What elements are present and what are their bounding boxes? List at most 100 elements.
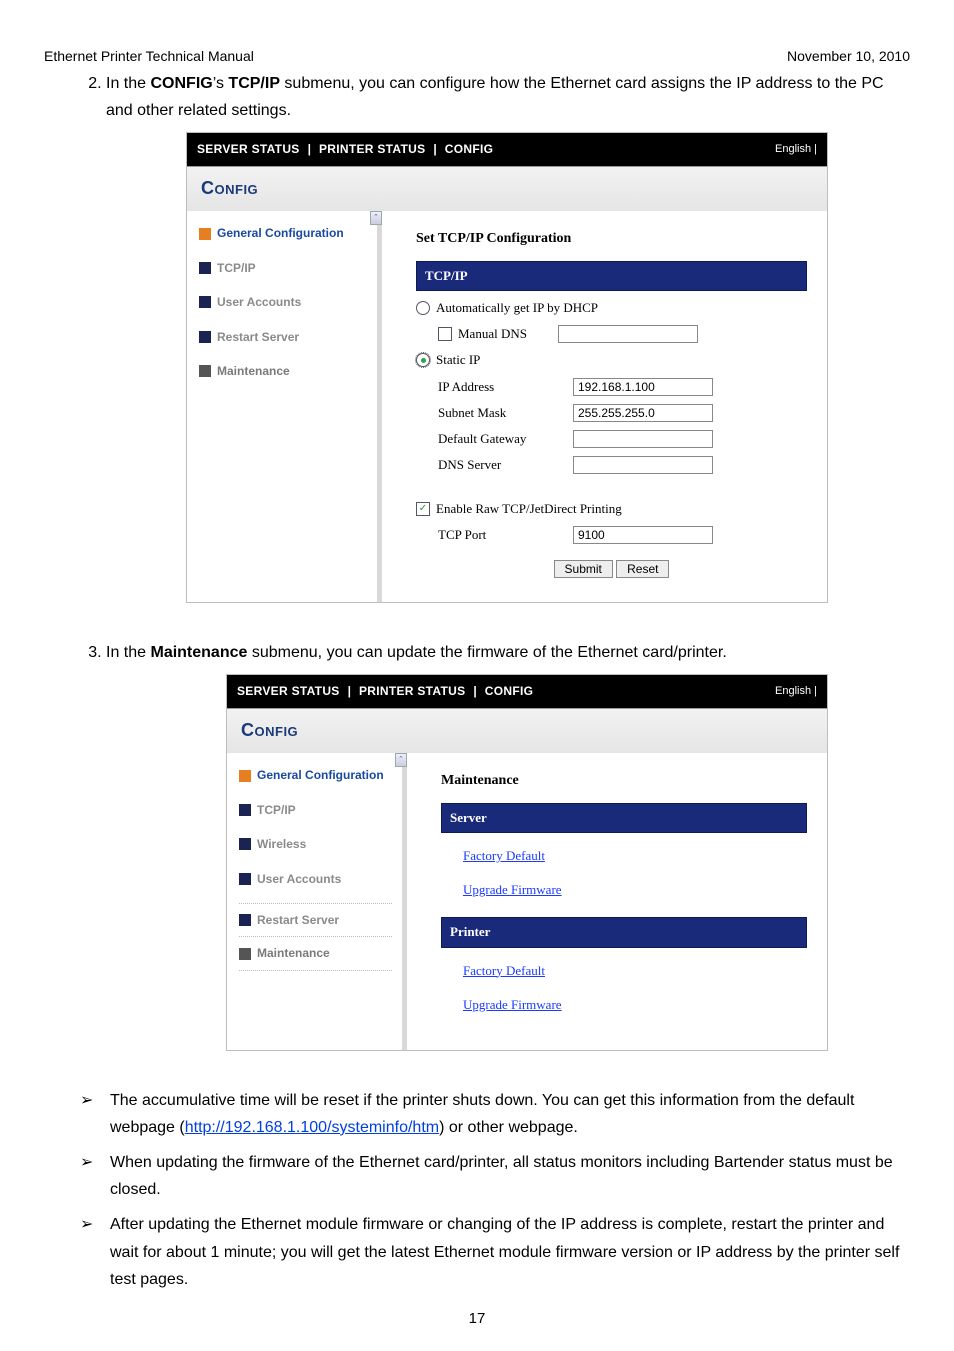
step2-text2: ’s	[213, 75, 229, 92]
note-2: When updating the firmware of the Ethern…	[80, 1149, 910, 1203]
nav-sep: |	[433, 139, 436, 159]
page-number: 17	[0, 1310, 954, 1327]
step2-bold2: TCP/IP	[228, 75, 280, 92]
sidebar-item-general[interactable]: General Configuration	[199, 223, 367, 243]
sidebar-item-user-accounts[interactable]: User Accounts	[199, 292, 367, 312]
nav-config[interactable]: CONFIG	[445, 139, 493, 159]
row-dns: DNS Server	[438, 454, 807, 476]
sidebar-item-restart[interactable]: Restart Server	[199, 327, 367, 347]
row-gateway: Default Gateway	[438, 428, 807, 450]
bullet-icon	[199, 296, 211, 308]
nav-server-status[interactable]: SERVER STATUS	[237, 681, 340, 701]
input-port[interactable]	[573, 526, 713, 544]
printer-banner: Printer	[441, 917, 807, 947]
figure-tcpip: SERVER STATUS | PRINTER STATUS | CONFIG …	[186, 132, 828, 603]
sidebar-item-tcpip[interactable]: TCP/IP	[199, 258, 367, 278]
step3-text: In the	[106, 644, 150, 661]
sidebar-item-label: Restart Server	[257, 910, 339, 930]
figure-maintenance: SERVER STATUS | PRINTER STATUS | CONFIG …	[226, 674, 828, 1050]
section-title: Set TCP/IP Configuration	[416, 227, 807, 251]
row-rawtcp: Enable Raw TCP/JetDirect Printing	[416, 498, 807, 520]
radio-dot-icon	[421, 358, 426, 363]
sidebar-item-label: TCP/IP	[257, 800, 296, 820]
config-heading: Config	[227, 708, 827, 754]
row-dhcp: Automatically get IP by DHCP	[416, 297, 807, 319]
sidebar-item-maintenance[interactable]: Maintenance	[239, 943, 392, 963]
bullet-icon	[239, 914, 251, 926]
step-2: In the CONFIG’s TCP/IP submenu, you can …	[106, 70, 910, 603]
server-banner: Server	[441, 803, 807, 833]
notes-list: The accumulative time will be reset if t…	[44, 1087, 910, 1293]
content-pane: Set TCP/IP Configuration TCP/IP Automati…	[382, 211, 827, 602]
reset-button[interactable]: Reset	[616, 560, 669, 578]
link-server-upgrade-firmware[interactable]: Upgrade Firmware	[463, 882, 562, 897]
link-printer-factory-default[interactable]: Factory Default	[463, 963, 545, 978]
sidebar-item-tcpip[interactable]: TCP/IP	[239, 800, 392, 820]
nav-sep: |	[348, 681, 351, 701]
label-dhcp: Automatically get IP by DHCP	[436, 297, 598, 319]
input-manual-dns[interactable]	[558, 325, 698, 343]
sidebar-item-general[interactable]: General Configuration	[239, 765, 392, 785]
bullet-icon	[199, 331, 211, 343]
bullet-icon	[239, 770, 251, 782]
lang-label: English	[775, 685, 811, 697]
lang-selector[interactable]: English |	[775, 682, 817, 701]
row-manual-dns: Manual DNS	[438, 323, 807, 345]
sidebar-item-maintenance[interactable]: Maintenance	[199, 361, 367, 381]
input-ip[interactable]	[573, 378, 713, 396]
sidebar-item-user-accounts[interactable]: User Accounts	[239, 869, 392, 889]
checkbox-rawtcp[interactable]	[416, 502, 430, 516]
label-manual-dns: Manual DNS	[458, 323, 558, 345]
step-3: In the Maintenance submenu, you can upda…	[106, 639, 910, 1051]
lang-label: English	[775, 143, 811, 155]
bullet-icon	[239, 948, 251, 960]
note-1: The accumulative time will be reset if t…	[80, 1087, 910, 1141]
input-subnet[interactable]	[573, 404, 713, 422]
label-gateway: Default Gateway	[438, 428, 573, 450]
submit-button[interactable]: Submit	[554, 560, 613, 578]
sidebar-item-label: User Accounts	[217, 292, 301, 312]
sidebar-item-label: Maintenance	[257, 943, 330, 963]
scroll-up-icon[interactable]: ˆ	[370, 211, 382, 225]
bullet-icon	[199, 228, 211, 240]
nav-printer-status[interactable]: PRINTER STATUS	[359, 681, 465, 701]
input-dns[interactable]	[573, 456, 713, 474]
label-rawtcp: Enable Raw TCP/JetDirect Printing	[436, 498, 622, 520]
sidebar-item-restart[interactable]: Restart Server	[239, 910, 392, 930]
sidebar-item-label: TCP/IP	[217, 258, 256, 278]
input-gateway[interactable]	[573, 430, 713, 448]
note-3: After updating the Ethernet module firmw…	[80, 1211, 910, 1293]
link-server-factory-default[interactable]: Factory Default	[463, 848, 545, 863]
bullet-icon	[199, 365, 211, 377]
header-right: November 10, 2010	[787, 48, 910, 64]
nav-config[interactable]: CONFIG	[485, 681, 533, 701]
sidebar-item-wireless[interactable]: Wireless	[239, 834, 392, 854]
sidebar-item-label: Wireless	[257, 834, 306, 854]
label-static: Static IP	[436, 349, 480, 371]
nav-printer-status[interactable]: PRINTER STATUS	[319, 139, 425, 159]
label-ip: IP Address	[438, 376, 573, 398]
sidebar-item-label: General Configuration	[257, 765, 384, 785]
sidebar: ˆ General Configuration TCP/IP Wireless …	[227, 753, 407, 1049]
step2-text: In the	[106, 75, 150, 92]
bullet-icon	[199, 262, 211, 274]
nav-server-status[interactable]: SERVER STATUS	[197, 139, 300, 159]
systeminfo-url[interactable]: http://192.168.1.100/systeminfo/htm	[185, 1119, 439, 1136]
config-heading: Config	[187, 166, 827, 212]
checkbox-manual-dns[interactable]	[438, 327, 452, 341]
tcpip-banner: TCP/IP	[416, 261, 807, 291]
radio-dhcp[interactable]	[416, 301, 430, 315]
note1-text-b: ) or other webpage.	[439, 1119, 578, 1136]
scroll-up-icon[interactable]: ˆ	[395, 753, 407, 767]
sidebar-item-label: User Accounts	[257, 869, 341, 889]
topbar: SERVER STATUS | PRINTER STATUS | CONFIG …	[227, 675, 827, 707]
label-port: TCP Port	[438, 524, 573, 546]
nav-sep: |	[308, 139, 311, 159]
sidebar: ˆ General Configuration TCP/IP User Acco…	[187, 211, 382, 602]
radio-static[interactable]	[416, 353, 430, 367]
button-row: Submit Reset	[416, 558, 807, 580]
bullet-icon	[239, 873, 251, 885]
label-subnet: Subnet Mask	[438, 402, 573, 424]
lang-selector[interactable]: English |	[775, 140, 817, 159]
link-printer-upgrade-firmware[interactable]: Upgrade Firmware	[463, 997, 562, 1012]
